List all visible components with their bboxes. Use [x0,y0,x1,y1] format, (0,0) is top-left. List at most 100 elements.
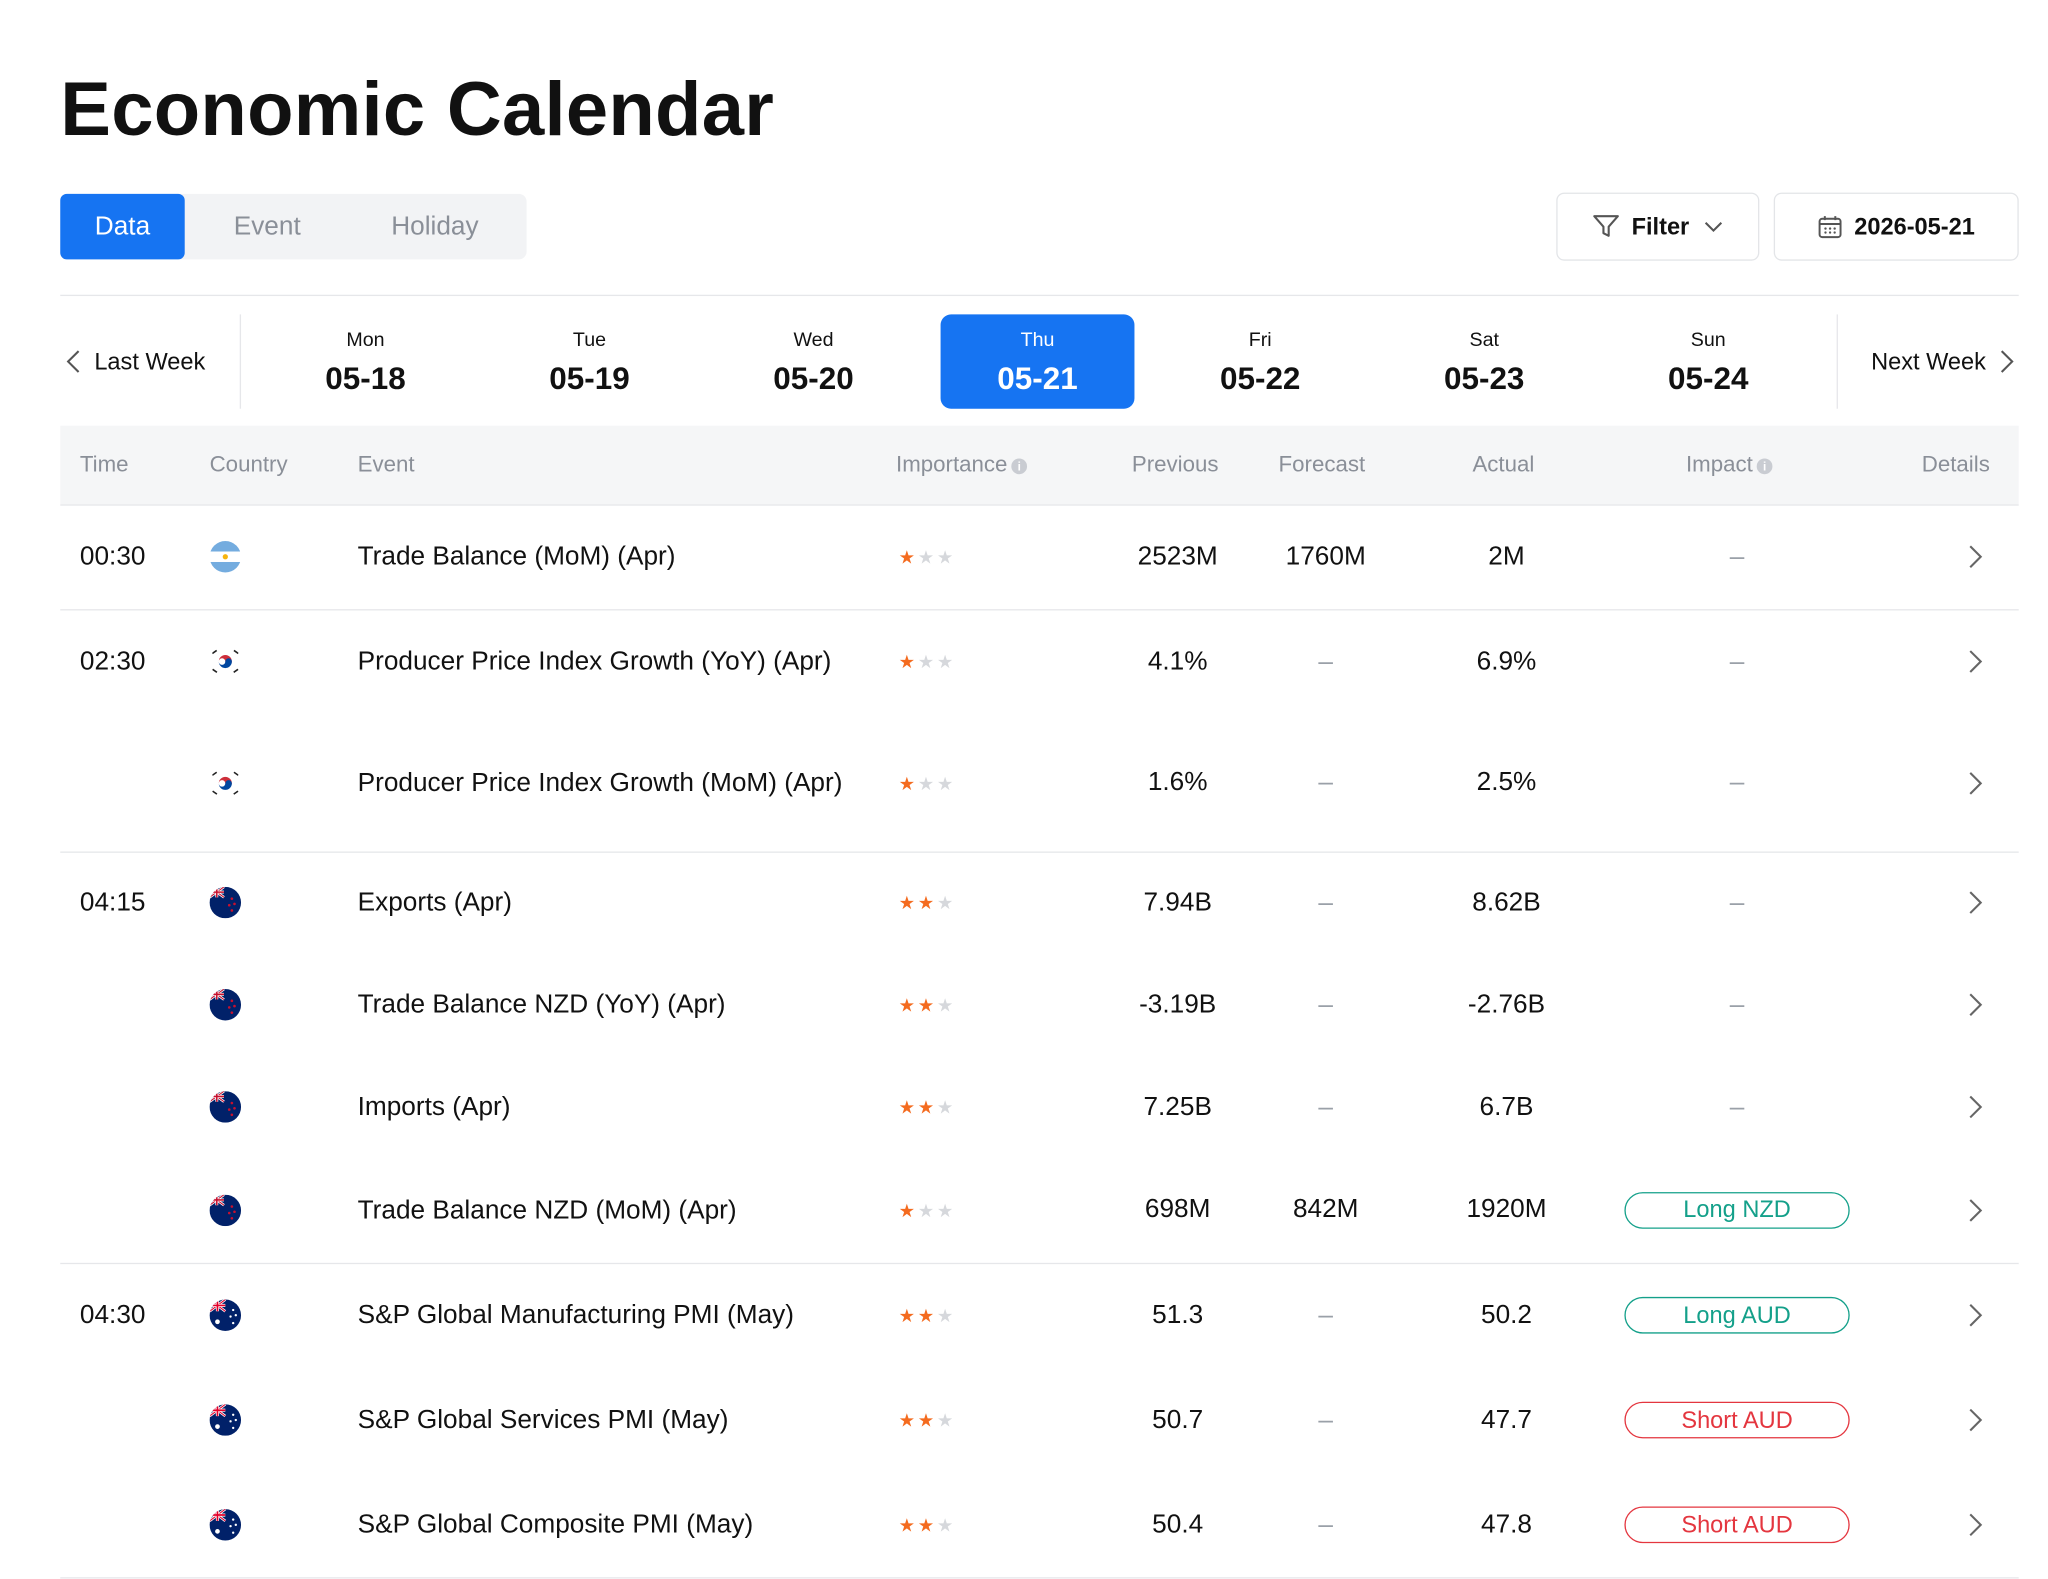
details-button[interactable] [1968,609,1984,714]
chevron-right-icon [1969,1198,1983,1222]
australia-flag-icon [209,1472,242,1577]
details-button[interactable] [1968,1263,1984,1368]
forecast-value: – [1318,646,1334,676]
importance-stars: ★ ★ ★ [899,954,954,1056]
header-time: Time [79,451,129,477]
event-time: 02:30 [79,646,146,676]
table-row[interactable]: 04:15 Exports (Apr) ★ ★ ★ 7.94B –8.62B – [60,851,2018,953]
day-wed[interactable]: Wed 05-20 [717,314,911,408]
chevron-right-icon [2000,350,2014,373]
header-importance: Importance i [896,426,1028,505]
next-week-button[interactable]: Next Week [1836,314,2020,409]
filter-label: Filter [1631,212,1690,240]
day-date: 05-19 [549,361,630,397]
date-picker-button[interactable]: 2026-05-21 [1773,192,2019,261]
table-row[interactable]: 04:30 S&P Global Manufacturing PMI (May) ★… [60,1263,2018,1368]
day-name: Tue [572,328,607,352]
previous-value: 7.25B [1143,1091,1212,1121]
details-button[interactable] [1968,1472,1984,1577]
table-row[interactable]: 00:30 Trade Balance (MoM) (Apr) ★ ★ ★ 2523M 17… [60,504,2018,609]
previous-value: 4.1% [1147,646,1208,676]
table-row[interactable]: S&P Global Composite PMI (May) ★ ★ ★ 50.4–47… [60,1472,2018,1577]
star-icon: ★ [898,1304,916,1326]
day-sat[interactable]: Sat 05-23 [1387,314,1581,408]
impact-badge: Short AUD [1624,1506,1850,1544]
details-button[interactable] [1968,954,1984,1056]
economic-calendar-page: Economic Calendar Data Event Holiday Fil… [0,0,2048,1579]
day-fri[interactable]: Fri 05-22 [1163,314,1357,408]
forecast-value: – [1318,887,1334,917]
day-date: 05-18 [325,361,406,397]
impact-cell: Long NZD [1622,1158,1853,1261]
tab-holiday[interactable]: Holiday [350,194,520,259]
info-icon[interactable]: i [1756,458,1773,475]
impact-cell: – [1622,609,1853,714]
south-korea-flag-icon [209,714,242,852]
impact-badge: Long AUD [1624,1296,1850,1334]
actual-value: 8.62B [1472,887,1541,917]
day-tue[interactable]: Tue 05-19 [493,314,687,408]
previous-value: 7.94B [1143,887,1212,917]
star-icon: ★ [917,892,935,914]
chevron-right-icon [1969,1513,1983,1537]
header-actual: Actual [1472,451,1535,477]
previous-value: 698M [1144,1194,1211,1224]
new-zealand-flag-icon [209,851,242,953]
forecast-value: – [1318,1091,1334,1121]
forecast-value: – [1318,1300,1334,1329]
impact-cell: – [1622,954,1853,1056]
day-sun[interactable]: Sun 05-24 [1611,314,1805,408]
info-icon[interactable]: i [1011,458,1028,475]
tab-data[interactable]: Data [60,193,185,260]
day-name: Sun [1690,328,1726,352]
table-row[interactable]: Producer Price Index Growth (MoM) (Apr) ★… [60,714,2018,852]
previous-value: 50.7 [1152,1404,1204,1434]
table-row[interactable]: Trade Balance NZD (MoM) (Apr) ★ ★ ★ 698M 842M… [60,1158,2018,1261]
table-row[interactable]: S&P Global Services PMI (May) ★ ★ ★ 50.7–47.… [60,1368,2018,1473]
forecast-value: – [1318,1404,1334,1434]
actual-value: 47.7 [1480,1404,1533,1434]
star-icon: ★ [898,772,916,794]
details-button[interactable] [1968,1158,1984,1261]
impact-value: – [1729,989,1745,1019]
actual-value: 2M [1488,541,1525,571]
details-button[interactable] [1968,1056,1984,1158]
impact-badge: Long NZD [1624,1191,1850,1229]
table-row[interactable]: 02:30 Producer Price Index Growth (YoY) (… [60,609,2018,714]
south-korea-flag-icon [209,609,242,714]
header-details: Details [1921,451,1990,477]
chevron-right-icon [1969,891,1983,914]
impact-value: – [1729,887,1745,917]
star-icon: ★ [917,1304,935,1326]
day-mon[interactable]: Mon 05-18 [269,314,463,408]
event-name: S&P Global Composite PMI (May) [357,1510,754,1540]
impact-cell: Short AUD [1622,1472,1853,1577]
argentina-flag-icon [209,504,242,609]
star-icon: ★ [898,892,916,914]
impact-cell: – [1622,1056,1853,1158]
forecast-value: – [1318,989,1334,1019]
star-icon: ★ [917,651,935,673]
header-importance-label: Importance [896,451,1008,477]
table-row[interactable]: Trade Balance NZD (YoY) (Apr) ★ ★ ★ -3.19B – -… [60,954,2018,1056]
details-button[interactable] [1968,1368,1984,1473]
day-date: 05-22 [1219,361,1301,397]
previous-value: 51.3 [1152,1300,1204,1329]
header-country: Country [209,451,288,477]
star-icon: ★ [917,1409,935,1431]
impact-cell: Short AUD [1622,1368,1853,1473]
details-button[interactable] [1968,851,1984,953]
table-row[interactable]: Imports (Apr) ★ ★ ★ 7.25B –6.7B – [60,1056,2018,1158]
filter-button[interactable]: Filter [1556,192,1760,261]
last-week-button[interactable]: Last Week [60,314,242,409]
event-time: 04:15 [79,887,146,917]
previous-value: 50.4 [1152,1509,1204,1539]
forecast-value: – [1318,1509,1334,1539]
details-button[interactable] [1968,504,1984,609]
tab-event[interactable]: Event [185,194,350,259]
actual-value: 1920M [1466,1194,1547,1224]
star-icon: ★ [936,1409,954,1431]
details-button[interactable] [1968,714,1984,852]
day-thu[interactable]: Thu 05-21 [940,314,1135,409]
star-icon: ★ [917,1199,935,1221]
